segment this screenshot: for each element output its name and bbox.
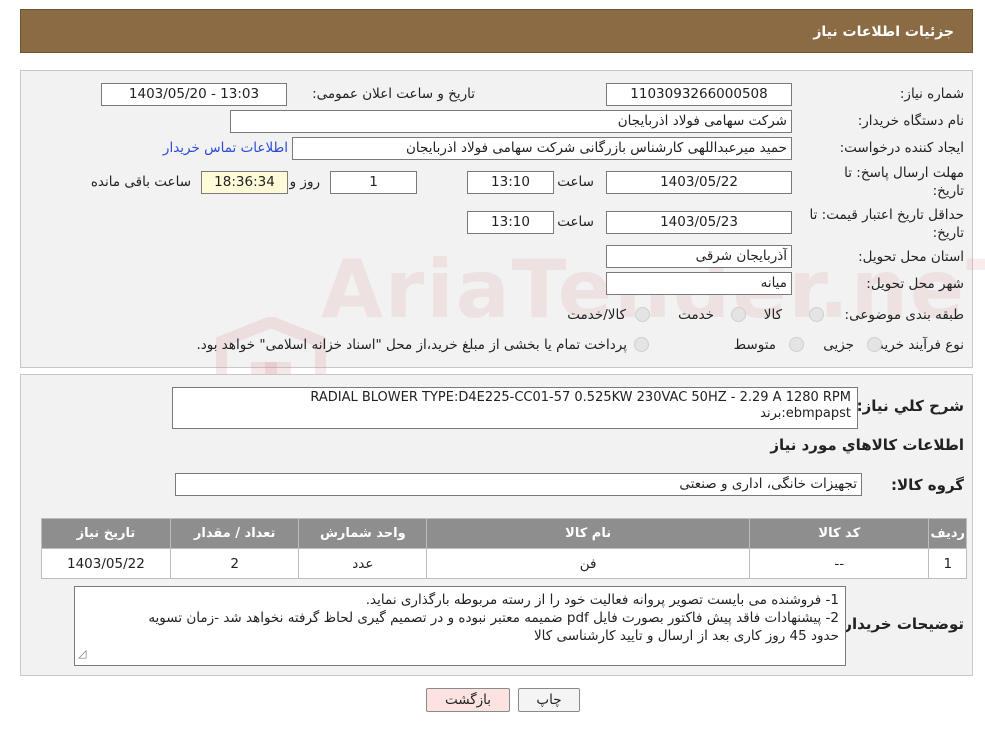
print-button[interactable]: چاپ [518, 688, 580, 712]
items-table-header: ردیف کد کالا نام کالا واحد شمارش تعداد /… [41, 518, 967, 549]
price-valid-label-2: تاریخ: [932, 225, 964, 241]
days-field[interactable]: 1 [330, 171, 417, 194]
items-table: ردیف کد کالا نام کالا واحد شمارش تعداد /… [41, 518, 967, 579]
group-field[interactable]: تجهیزات خانگی، اداری و صنعتی [175, 473, 862, 496]
process-medium-radio[interactable] [789, 337, 804, 352]
summary-field[interactable]: RADIAL BLOWER TYPE:D4E225-CC01-57 0.525K… [172, 387, 858, 429]
items-title: اطلاعات کالاهاي مورد نیاز [770, 436, 964, 454]
row-date: 1403/05/22 [41, 548, 171, 579]
need-details-panel: شرح کلي نیاز: RADIAL BLOWER TYPE:D4E225-… [20, 374, 973, 676]
process-minor-radio[interactable] [867, 337, 882, 352]
resize-handle-icon[interactable]: ◿ [78, 645, 86, 663]
buyer-org-field[interactable]: شرکت سهامی فولاد اذربایجان [230, 110, 792, 133]
row-unit: عدد [298, 548, 428, 579]
price-valid-label: حداقل تاریخ اعتبار قیمت: تا [809, 207, 964, 223]
treasury-note: پرداخت تمام یا بخشی از مبلغ خرید،از محل … [196, 337, 627, 353]
category-service-label: خدمت [678, 307, 714, 323]
col-date: تاریخ نیاز [41, 518, 171, 549]
category-goods-radio[interactable] [809, 307, 824, 322]
row-quantity: 2 [169, 548, 300, 579]
reply-date-field[interactable]: 1403/05/22 [606, 171, 792, 194]
table-row[interactable]: 1 -- فن عدد 2 1403/05/22 [41, 548, 967, 579]
process-label: نوع فرآیند خرید : [868, 337, 964, 353]
creator-field[interactable]: حمید میرعبداللهی کارشناس بازرگانی شرکت س… [292, 137, 792, 160]
group-label: گروه کالا: [891, 476, 964, 494]
notes-field[interactable]: 1- فروشنده می بایست تصویر پروانه فعالیت … [74, 586, 846, 666]
category-service-radio[interactable] [731, 307, 746, 322]
need-number-label: شماره نیاز: [899, 86, 964, 102]
buyer-org-label: نام دستگاه خریدار: [857, 113, 964, 129]
summary-label: شرح کلي نیاز: [856, 397, 964, 415]
col-unit: واحد شمارش [298, 518, 428, 549]
reply-deadline-label-2: تاریخ: [932, 183, 964, 199]
reply-time-label: ساعت [557, 174, 594, 190]
notes-label: توضیحات خریدار: [837, 615, 964, 633]
treasury-checkbox[interactable] [634, 337, 649, 352]
city-field[interactable]: میانه [606, 272, 792, 295]
need-number-field[interactable]: 1103093266000508 [606, 83, 792, 106]
remaining-time-field: 18:36:34 [201, 171, 288, 194]
days-label: روز و [289, 174, 320, 190]
col-quantity: تعداد / مقدار [169, 518, 300, 549]
price-valid-time-field[interactable]: 13:10 [467, 211, 554, 234]
reply-time-field[interactable]: 13:10 [467, 171, 554, 194]
col-code: کد کالا [749, 518, 930, 549]
price-valid-date-field[interactable]: 1403/05/23 [606, 211, 792, 234]
process-minor-label: جزیی [823, 337, 854, 353]
process-medium-label: متوسط [733, 337, 776, 353]
category-label: طبقه بندی موضوعی: [844, 307, 964, 323]
province-label: استان محل تحویل: [858, 249, 964, 265]
summary-line-1: RADIAL BLOWER TYPE:D4E225-CC01-57 0.525K… [310, 390, 851, 405]
category-goods-service-label: کالا/خدمت [567, 307, 626, 323]
remaining-label: ساعت باقی مانده [90, 174, 191, 190]
reply-deadline-label: مهلت ارسال پاسخ: تا [844, 165, 964, 181]
row-name: فن [426, 548, 751, 579]
province-field[interactable]: آذربایجان شرقی [606, 245, 792, 268]
buyer-contact-link[interactable]: اطلاعات تماس خریدار [163, 140, 288, 156]
page-title: جزئیات اطلاعات نیاز [813, 24, 954, 40]
row-number: 1 [928, 548, 967, 579]
announce-field[interactable]: 1403/05/20 - 13:03 [101, 83, 287, 106]
announce-label: تاریخ و ساعت اعلان عمومی: [312, 86, 475, 102]
category-goods-label: کالا [763, 307, 782, 323]
need-info-panel: AriaTender.neT شماره نیاز: 1103093266000… [20, 70, 985, 447]
col-row: ردیف [928, 518, 967, 549]
city-label: شهر محل تحویل: [866, 276, 964, 292]
row-code: -- [749, 548, 930, 579]
category-goods-service-radio[interactable] [635, 307, 650, 322]
price-valid-time-label: ساعت [557, 214, 594, 230]
notes-line-3: حدود 45 روز کاری بعد از ارسال و تایید کا… [533, 628, 839, 644]
summary-line-2: برند:ebmpapst [760, 406, 851, 421]
page-header: جزئیات اطلاعات نیاز [20, 9, 973, 53]
col-name: نام کالا [426, 518, 751, 549]
creator-label: ایجاد کننده درخواست: [839, 140, 964, 156]
notes-line-1: 1- فروشنده می بایست تصویر پروانه فعالیت … [365, 592, 839, 608]
notes-line-2: 2- پیشنهادات فاقد پیش فاکتور بصورت فایل … [148, 610, 839, 626]
back-button[interactable]: بازگشت [426, 688, 510, 712]
